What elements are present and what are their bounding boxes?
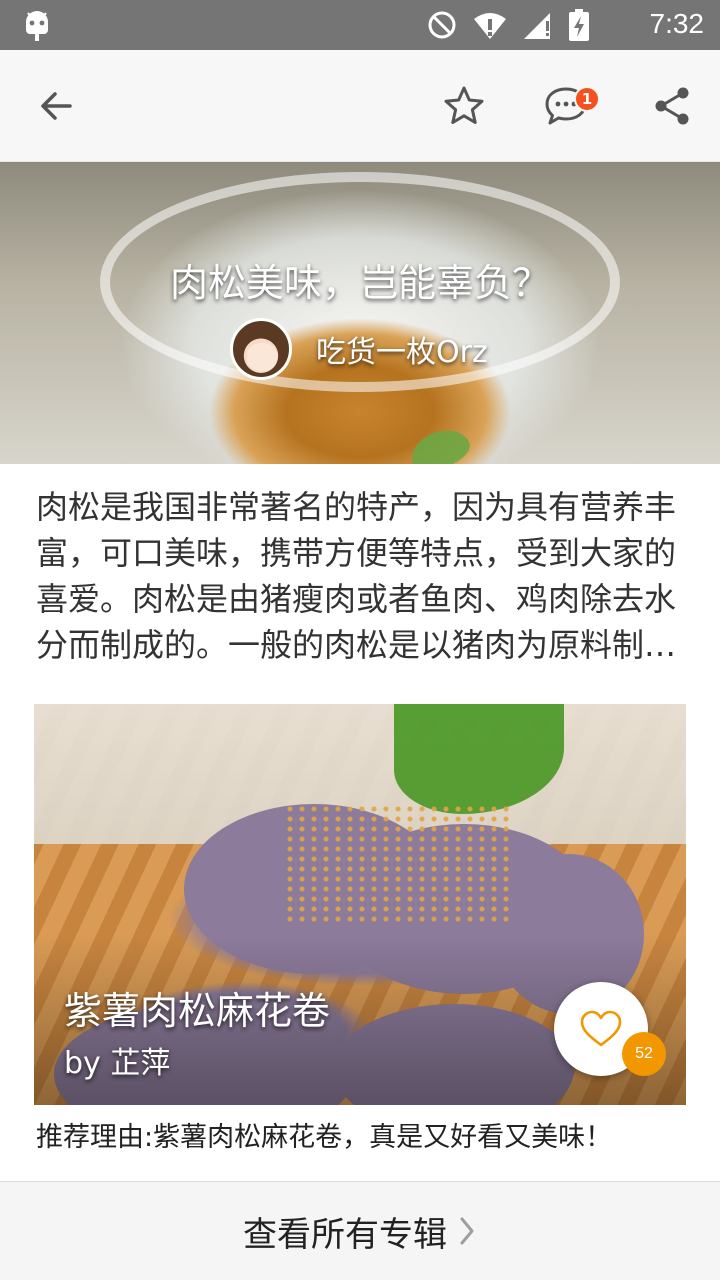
- author-name[interactable]: 吃货一枚Orz: [316, 327, 488, 371]
- recipe-title: 紫薯肉松麻花卷: [64, 989, 331, 1033]
- toolbar: 1: [0, 50, 720, 162]
- intro-text: 肉松是我国非常著名的特产，因为具有营养丰富，可口美味，携带方便等特点，受到大家的…: [36, 488, 677, 664]
- arrow-left-icon: [41, 92, 72, 120]
- avatar-face: [247, 343, 277, 371]
- status-bar: 7:32: [0, 0, 720, 50]
- comment-count-badge: 1: [574, 86, 600, 112]
- favorite-button[interactable]: [436, 78, 492, 134]
- share-button[interactable]: [644, 78, 700, 134]
- recipe-author: by 芷萍: [64, 1046, 171, 1081]
- like-count-badge: 52: [622, 1032, 666, 1076]
- wifi-warning-icon: [474, 13, 506, 39]
- recipe-card[interactable]: 紫薯肉松麻花卷 by 芷萍 52: [34, 704, 686, 1105]
- recommend-reason: 推荐理由:紫薯肉松麻花卷，真是又好看又美味！: [36, 1122, 613, 1153]
- meat-floss-topping: [284, 804, 514, 924]
- android-debug-icon: [26, 11, 48, 41]
- author-info[interactable]: 吃货一枚Orz: [230, 316, 488, 382]
- page-title: 肉松美味，岂能辜负？: [169, 261, 550, 305]
- comment-button[interactable]: 1: [538, 78, 600, 134]
- do-not-disturb-icon: [428, 11, 456, 39]
- footer-label: 查看所有专辑: [243, 1214, 447, 1255]
- view-all-albums-button[interactable]: 查看所有专辑: [0, 1181, 720, 1280]
- battery-charging-icon: [569, 9, 589, 41]
- heart-outline-icon: [580, 1010, 622, 1047]
- status-time: 7:32: [649, 8, 705, 39]
- share-icon: [655, 87, 689, 125]
- back-button[interactable]: [28, 78, 84, 134]
- hero-banner-image: 肉松美味，岂能辜负？ 吃货一枚Orz: [0, 162, 720, 464]
- star-outline-icon: [444, 86, 484, 124]
- mint-leaf-decoration: [405, 422, 475, 464]
- avatar[interactable]: [230, 318, 292, 380]
- signal-icon: [524, 13, 550, 39]
- chevron-right-icon: [457, 1214, 477, 1248]
